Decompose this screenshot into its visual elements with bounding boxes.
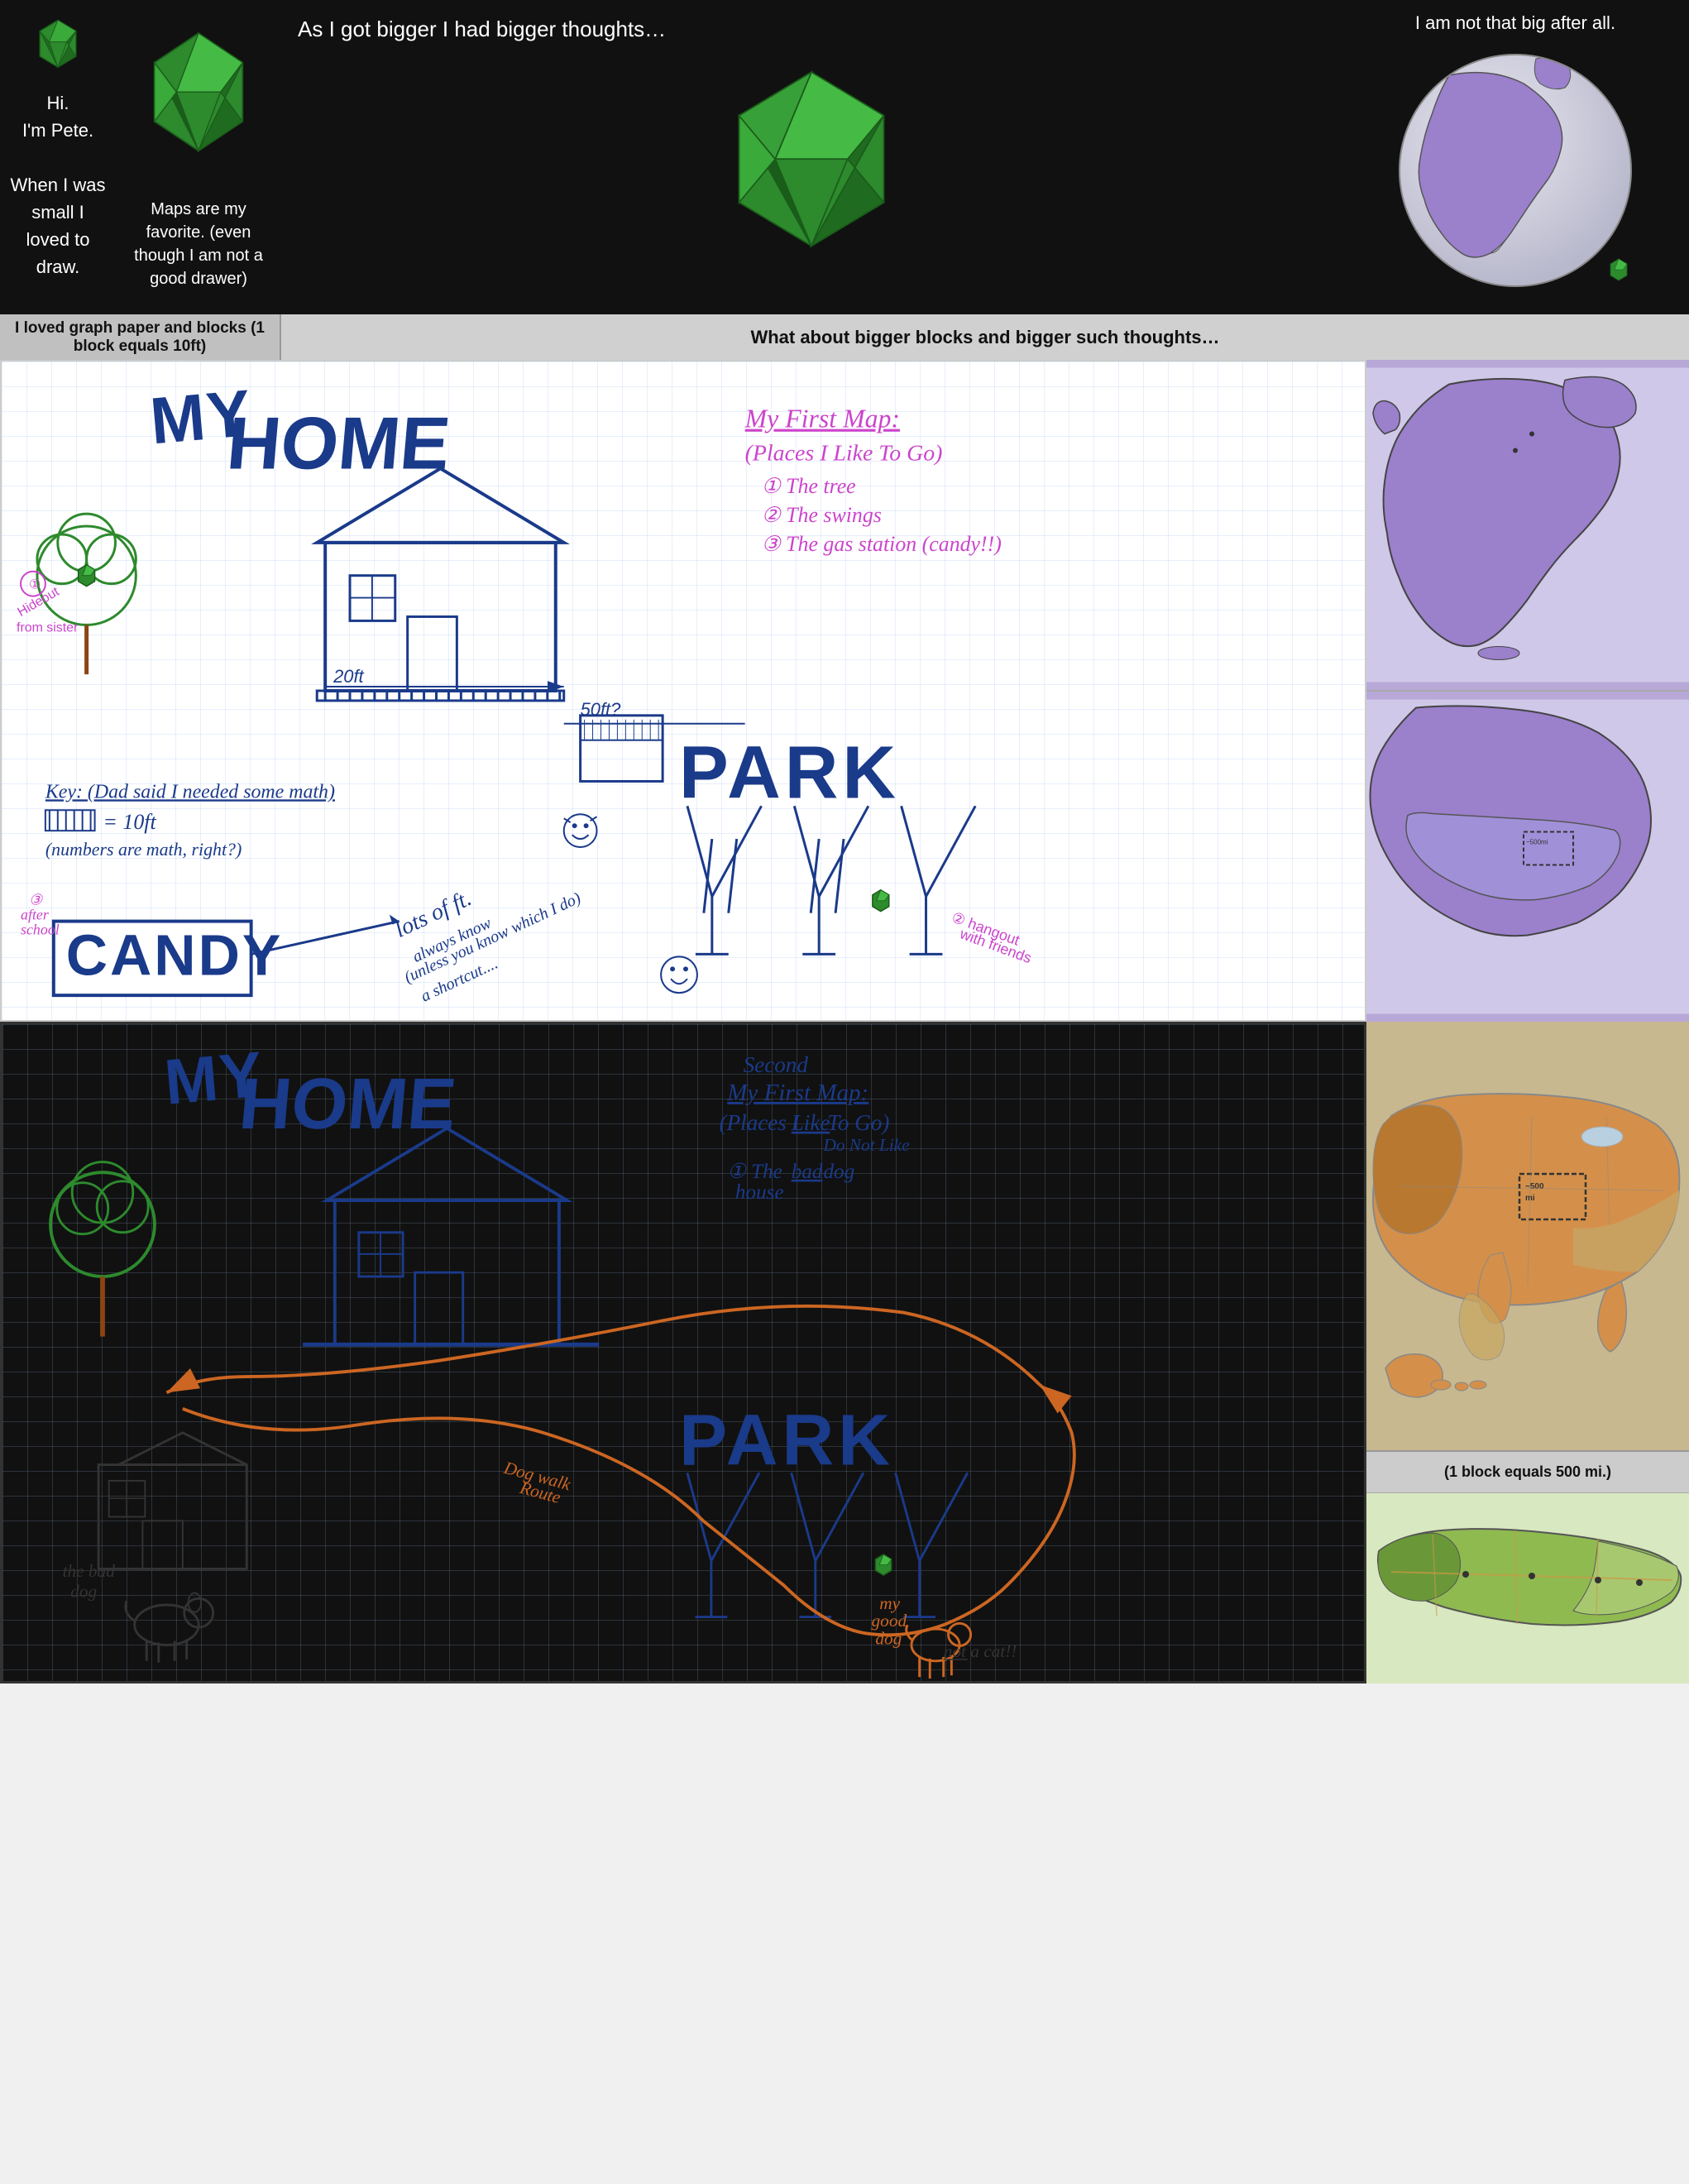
svg-text:③ The gas station (candy!!): ③ The gas station (candy!!): [762, 532, 1002, 556]
svg-text:school: school: [21, 922, 60, 938]
svg-text:Second: Second: [744, 1052, 809, 1077]
caption-left: I loved graph paper and blocks (1 block …: [0, 314, 281, 360]
usa-terrain-map: ~500 mi: [1366, 1022, 1689, 1452]
medium-gem-icon: [132, 24, 265, 189]
svg-text:My First Map:: My First Map:: [744, 405, 900, 433]
nc-map-svg: [1366, 1493, 1689, 1684]
second-map-svg: MY HOME Second My First Map:: [2, 1024, 1364, 1681]
svg-text:② The swings: ② The swings: [762, 503, 882, 527]
svg-text:(Places I Like To Go): (Places I Like To Go): [745, 440, 943, 466]
bottom-right-panels: ~500 mi: [1366, 1022, 1689, 1684]
na-map-bottom-svg: ~500mi: [1366, 692, 1689, 1022]
caption-row: I loved graph paper and blocks (1 block …: [0, 314, 1689, 360]
svg-text:① The: ① The: [727, 1161, 782, 1183]
svg-text:To Go): To Go): [827, 1110, 889, 1135]
caption-right: What about bigger blocks and bigger such…: [281, 314, 1689, 360]
bigger-thoughts-title: As I got bigger I had bigger thoughts…: [298, 17, 666, 42]
block-caption-bar: (1 block equals 500 mi.): [1366, 1452, 1689, 1493]
svg-text:house: house: [735, 1181, 784, 1204]
globe-title: I am not that big after all.: [1415, 12, 1615, 34]
svg-text:(Places I: (Places I: [720, 1110, 801, 1135]
svg-text:HOME: HOME: [224, 403, 453, 486]
svg-text:Key: (Dad said I needed some m: Key: (Dad said I needed some math): [45, 781, 335, 802]
svg-text:PARK: PARK: [679, 730, 900, 813]
north-america-map-bottom: ~500mi: [1366, 690, 1689, 1022]
globe-svg: [1383, 42, 1648, 290]
svg-text:bad: bad: [792, 1161, 823, 1183]
panel-pete: Hi. I'm Pete. When I was small I loved t…: [0, 0, 116, 314]
caption-right-text: What about bigger blocks and bigger such…: [750, 327, 1219, 348]
block-caption-text: (1 block equals 500 mi.): [1444, 1463, 1611, 1481]
panel-bigger: As I got bigger I had bigger thoughts…: [281, 0, 1342, 314]
svg-text:not a cat!!: not a cat!!: [944, 1641, 1017, 1661]
usa-map-svg: ~500 mi: [1366, 1022, 1689, 1450]
svg-text:the bad: the bad: [63, 1561, 116, 1581]
caption-left-text: I loved graph paper and blocks (1 block …: [0, 319, 280, 356]
svg-text:dog: dog: [823, 1161, 854, 1183]
svg-text:PARK: PARK: [679, 1401, 894, 1481]
pete-intro-text: Hi. I'm Pete. When I was small I loved t…: [8, 89, 108, 280]
top-row: Hi. I'm Pete. When I was small I loved t…: [0, 0, 1689, 314]
first-map-svg: MY HOME: [2, 362, 1365, 1020]
maps-favorite-text: Maps are my favorite. (even though I am …: [128, 198, 269, 290]
north-america-map-top: [1366, 360, 1689, 690]
svg-text:from sister: from sister: [17, 620, 79, 635]
middle-section: MY HOME: [0, 360, 1689, 1022]
svg-text:~500: ~500: [1525, 1182, 1544, 1191]
second-map-drawing: MY HOME Second My First Map:: [2, 1024, 1364, 1681]
map-panel-first: MY HOME: [0, 360, 1366, 1022]
map-panel-right: ~500mi: [1366, 360, 1689, 1022]
panel-globe: I am not that big after all.: [1342, 0, 1689, 314]
svg-text:dog: dog: [70, 1581, 97, 1601]
panel-maps: Maps are my favorite. (even though I am …: [116, 0, 281, 314]
svg-text:= 10ft: = 10ft: [103, 810, 157, 834]
svg-text:dog: dog: [875, 1628, 902, 1648]
large-gem-icon: [696, 50, 927, 282]
nc-state-map: [1366, 1493, 1689, 1684]
svg-text:Do Not Like: Do Not Like: [822, 1135, 909, 1155]
svg-text:~500mi: ~500mi: [1526, 839, 1548, 846]
na-map-top-svg: [1366, 360, 1689, 690]
small-gem-icon: [29, 17, 87, 74]
svg-text:HOME: HOME: [237, 1063, 460, 1144]
bottom-section: MY HOME Second My First Map:: [0, 1022, 1689, 1684]
svg-text:① The tree: ① The tree: [762, 474, 856, 498]
svg-text:CANDY: CANDY: [66, 922, 284, 987]
svg-text:(numbers are math, right?): (numbers are math, right?): [45, 839, 242, 860]
svg-text:①: ①: [29, 578, 41, 592]
globe-visual: [1383, 42, 1648, 290]
svg-text:20ft: 20ft: [333, 666, 364, 687]
map-panel-second: MY HOME Second My First Map:: [0, 1022, 1366, 1684]
svg-text:My First Map:: My First Map:: [726, 1080, 868, 1106]
first-map-drawing: MY HOME: [2, 362, 1365, 1020]
svg-text:Like: Like: [791, 1110, 830, 1135]
